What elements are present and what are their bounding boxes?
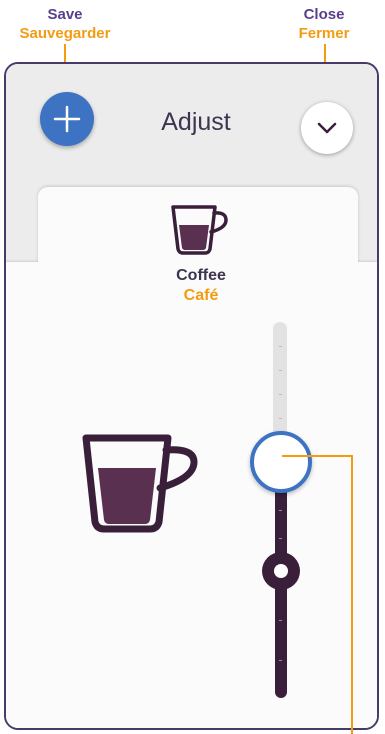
chevron-down-icon [317,122,337,134]
coffee-cup-icon [171,205,228,255]
drink-name-en: Coffee [176,267,226,284]
thumb-callout-line-v [351,455,353,734]
slider-thumb[interactable] [250,431,312,493]
default-volume-marker [262,552,300,590]
save-callout-en: Save [47,6,83,23]
close-callout-en: Close [303,6,345,23]
plus-icon [53,105,81,133]
close-callout-fr: Fermer [298,25,350,42]
drink-label: Coffee Café [141,266,261,306]
add-button[interactable] [40,92,94,146]
close-button[interactable] [301,102,353,154]
save-callout: Save Sauvegarder [0,5,130,43]
drink-name-fr: Café [183,287,219,304]
page-title: Adjust [161,108,231,136]
thumb-callout-line-h [282,455,352,457]
coffee-cup-large-icon [82,434,198,533]
save-callout-fr: Sauvegarder [19,25,111,42]
volume-slider[interactable] [250,320,320,710]
close-callout: Close Fermer [264,5,384,43]
device-frame: Adjust Coffee Café [4,62,379,730]
